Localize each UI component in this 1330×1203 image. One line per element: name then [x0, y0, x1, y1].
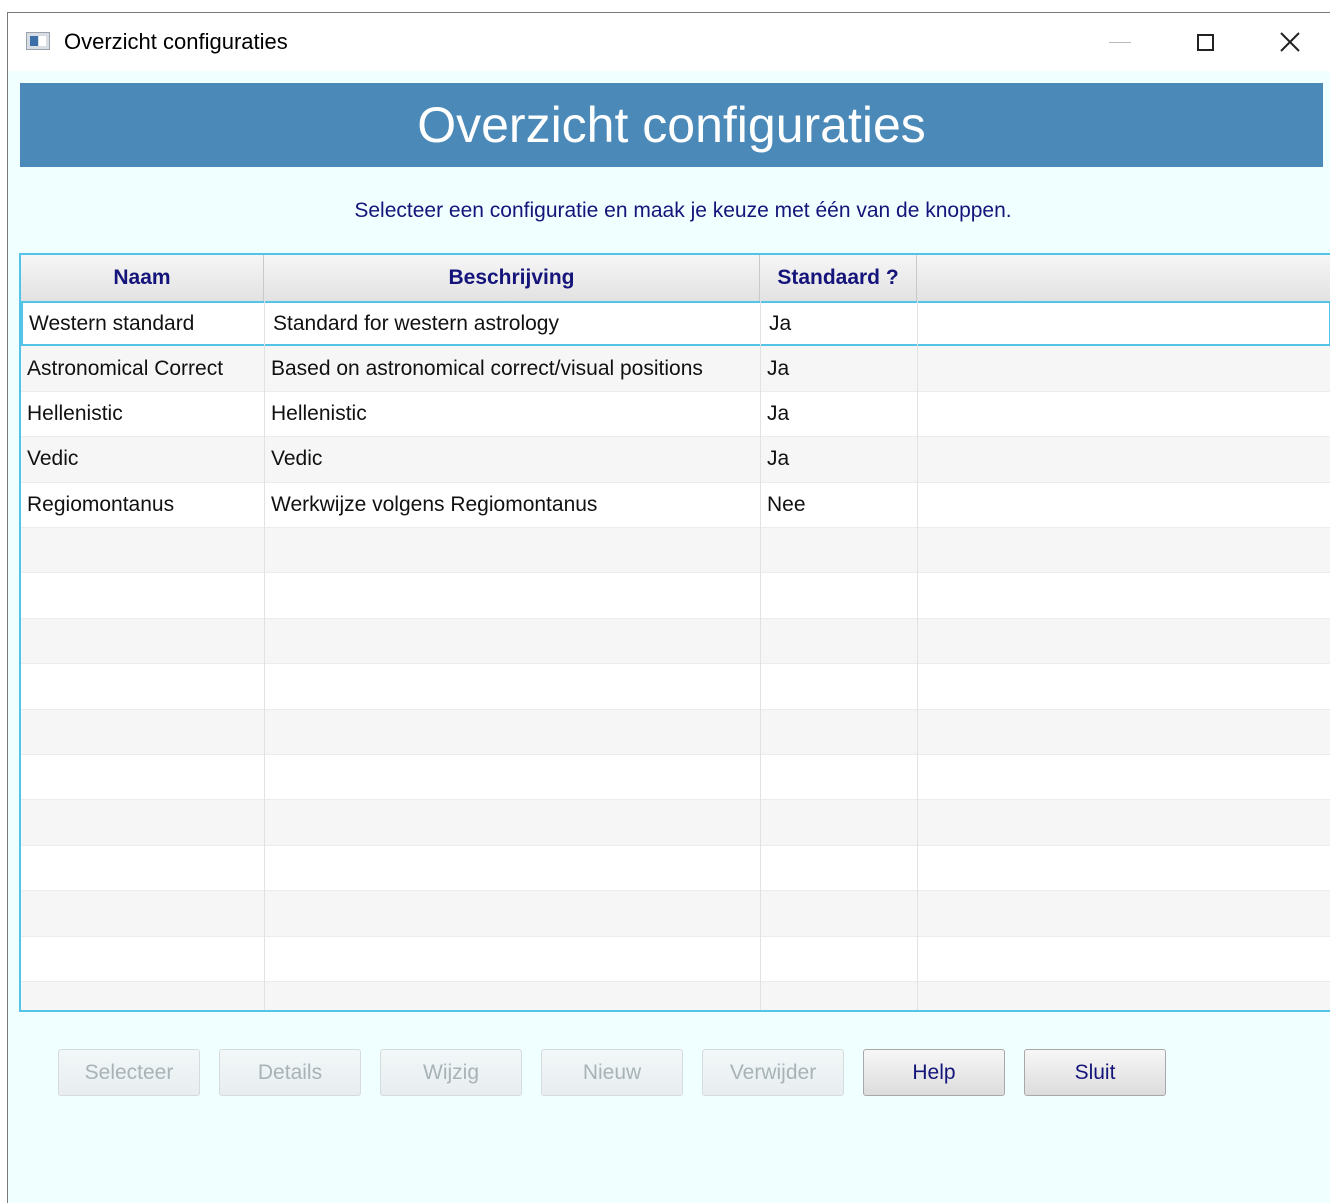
title-bar: Overzicht configuraties [8, 13, 1330, 71]
cell-naam: Astronomical Correct [27, 356, 224, 380]
page-title-banner: Overzicht configuraties [20, 83, 1323, 167]
cell-standaard: Ja [769, 311, 792, 335]
cell-naam: Vedic [27, 447, 79, 471]
wijzig-button: Wijzig [380, 1049, 522, 1096]
help-button[interactable]: Help [863, 1049, 1005, 1096]
app-window-icon [26, 32, 50, 50]
column-divider [264, 301, 265, 1010]
cell-beschrijving: Hellenistic [271, 401, 367, 425]
table-row[interactable]: Vedic Vedic Ja [21, 437, 1330, 483]
table-row[interactable] [21, 891, 1330, 937]
column-header-filler [917, 255, 1330, 301]
table-row[interactable]: Astronomical Correct Based on astronomica… [21, 346, 1330, 392]
verwijder-button: Verwijder [702, 1049, 844, 1096]
close-button[interactable] [1248, 13, 1330, 71]
cell-beschrijving: Vedic [271, 447, 323, 471]
table-row[interactable] [21, 709, 1330, 755]
table-row[interactable]: Hellenistic Hellenistic Ja [21, 392, 1330, 438]
minimize-button[interactable] [1078, 13, 1162, 71]
close-icon [1280, 32, 1300, 52]
table-row[interactable] [21, 800, 1330, 846]
minimize-icon [1109, 41, 1131, 43]
cell-standaard: Ja [767, 356, 790, 380]
table-row[interactable] [21, 528, 1330, 574]
cell-beschrijving: Werkwijze volgens Regiomontanus [271, 492, 598, 516]
column-header-beschrijving[interactable]: Beschrijving [264, 255, 760, 301]
table-row[interactable] [21, 618, 1330, 665]
table-row[interactable] [21, 937, 1330, 982]
page-title: Overzicht configuraties [417, 97, 926, 153]
table-row[interactable] [21, 982, 1330, 1010]
cell-standaard: Nee [767, 492, 806, 516]
maximize-icon [1196, 33, 1214, 51]
table-row[interactable]: Western standard Standard for western ast… [21, 301, 1330, 347]
instruction-text: Selecteer een configuratie en maak je ke… [354, 199, 1012, 222]
table-row[interactable] [21, 755, 1330, 801]
cell-beschrijving: Based on astronomical correct/visual pos… [271, 356, 703, 380]
cell-standaard: Ja [767, 401, 790, 425]
column-header-standaard[interactable]: Standaard ? [760, 255, 917, 301]
configurations-window: Overzicht configuraties Overzicht config… [7, 12, 1330, 1203]
window-title: Overzicht configuraties [64, 29, 288, 54]
table-body: Western standard Standard for western ast… [21, 301, 1330, 1010]
button-bar: Selecteer Details Wijzig Nieuw Verwijder Help… [8, 1049, 1330, 1099]
table-row[interactable] [21, 573, 1330, 619]
sluit-button[interactable]: Sluit [1024, 1049, 1166, 1096]
column-header-naam[interactable]: Naam [21, 255, 264, 301]
table-header: Naam Beschrijving Standaard ? [21, 255, 1330, 302]
cell-beschrijving: Standard for western astrology [273, 311, 559, 335]
cell-naam: Regiomontanus [27, 492, 175, 516]
cell-naam: Western standard [29, 311, 195, 335]
table-row[interactable] [21, 846, 1330, 892]
table-row[interactable]: Regiomontanus Werkwijze volgens Regiomont… [21, 483, 1330, 528]
selecteer-button: Selecteer [58, 1049, 200, 1096]
configurations-table[interactable]: Naam Beschrijving Standaard ? Western st… [19, 253, 1330, 1012]
maximize-button[interactable] [1163, 13, 1247, 71]
column-divider [760, 301, 761, 1010]
column-divider [917, 301, 918, 1010]
table-row[interactable] [21, 664, 1330, 710]
details-button: Details [219, 1049, 361, 1096]
cell-standaard: Ja [767, 447, 790, 471]
cell-naam: Hellenistic [27, 401, 123, 425]
nieuw-button: Nieuw [541, 1049, 683, 1096]
